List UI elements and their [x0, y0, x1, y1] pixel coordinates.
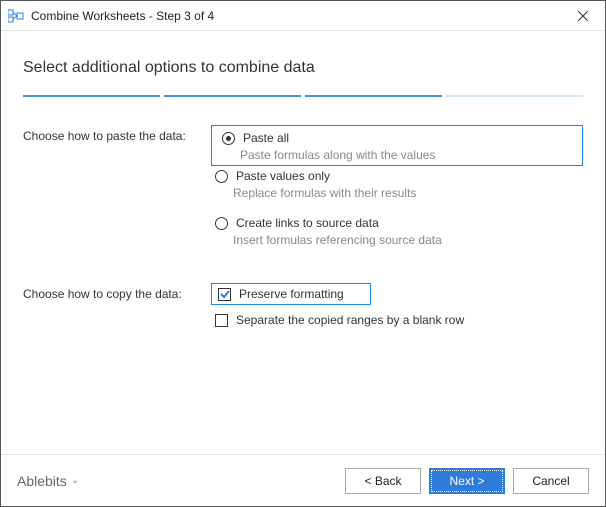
close-button[interactable] [561, 1, 605, 31]
paste-all-label: Paste all [243, 131, 289, 145]
checkbox-separate-blank-row[interactable] [215, 314, 228, 327]
paste-option-links[interactable]: Create links to source data Insert formu… [211, 214, 583, 247]
preserve-formatting-label: Preserve formatting [239, 287, 344, 301]
chevron-down-icon: ⌄ [71, 475, 79, 486]
copy-option-preserve[interactable]: Preserve formatting [211, 283, 371, 305]
progress-seg-1 [23, 95, 160, 97]
cancel-button[interactable]: Cancel [513, 468, 589, 494]
footer: Ablebits ⌄ < Back Next > Cancel [1, 454, 605, 506]
app-icon [7, 7, 25, 25]
progress-indicator [23, 95, 583, 97]
paste-links-desc: Insert formulas referencing source data [233, 233, 583, 247]
checkbox-preserve-formatting[interactable] [218, 288, 231, 301]
copy-section: Choose how to copy the data: Preserve fo… [23, 283, 583, 329]
progress-seg-4 [446, 95, 583, 97]
titlebar: Combine Worksheets - Step 3 of 4 [1, 1, 605, 31]
paste-option-values[interactable]: Paste values only Replace formulas with … [211, 167, 583, 200]
check-icon [220, 289, 230, 299]
close-icon [578, 11, 588, 21]
paste-options: Paste all Paste formulas along with the … [211, 125, 583, 261]
paste-links-label: Create links to source data [236, 216, 379, 230]
radio-paste-links[interactable] [215, 217, 228, 230]
progress-seg-2 [164, 95, 301, 97]
progress-seg-3 [305, 95, 442, 97]
paste-option-all[interactable]: Paste all Paste formulas along with the … [211, 125, 583, 166]
radio-paste-values[interactable] [215, 170, 228, 183]
paste-all-desc: Paste formulas along with the values [240, 148, 576, 162]
window-title: Combine Worksheets - Step 3 of 4 [31, 9, 561, 23]
page-heading: Select additional options to combine dat… [23, 59, 583, 77]
paste-section: Choose how to paste the data: Paste all … [23, 125, 583, 261]
brand-menu[interactable]: Ablebits ⌄ [17, 473, 337, 489]
paste-values-label: Paste values only [236, 169, 330, 183]
paste-section-label: Choose how to paste the data: [23, 125, 211, 261]
next-button[interactable]: Next > [429, 468, 505, 494]
paste-values-desc: Replace formulas with their results [233, 186, 583, 200]
brand-label: Ablebits [17, 473, 67, 489]
copy-options: Preserve formatting Separate the copied … [211, 283, 583, 329]
copy-option-separate[interactable]: Separate the copied ranges by a blank ro… [211, 311, 583, 329]
back-button[interactable]: < Back [345, 468, 421, 494]
radio-paste-all[interactable] [222, 132, 235, 145]
separate-blank-row-label: Separate the copied ranges by a blank ro… [236, 313, 464, 327]
content-area: Select additional options to combine dat… [1, 31, 605, 454]
copy-section-label: Choose how to copy the data: [23, 283, 211, 329]
